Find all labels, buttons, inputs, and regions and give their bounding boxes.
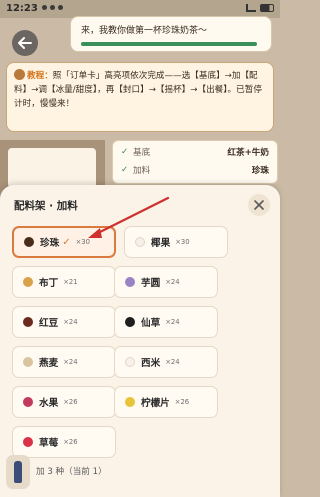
- topping-dot: [23, 437, 33, 447]
- topping-chip-pearl[interactable]: 珍珠 ✓ ×30: [12, 226, 116, 258]
- topping-dot: [125, 357, 135, 367]
- speech-progress: [81, 42, 257, 46]
- speech-bubble: 来，我教你做第一杯珍珠奶茶～: [70, 16, 272, 52]
- notification-icons: [42, 5, 63, 10]
- cup-button[interactable]: [6, 455, 30, 489]
- topping-count: ×24: [165, 358, 180, 366]
- topping-name: 水果: [39, 398, 59, 409]
- topping-count: ×24: [63, 318, 78, 326]
- topping-chip-taro-ball[interactable]: 芋圆 ×24: [114, 266, 218, 298]
- topping-count: ×30: [75, 238, 90, 246]
- speech-progress-fill: [81, 42, 257, 46]
- mascot-icon: [14, 69, 25, 80]
- topping-chip-grass-jelly[interactable]: 仙草 ×24: [114, 306, 218, 338]
- topping-count: ×24: [165, 318, 180, 326]
- topping-count: ×24: [63, 358, 78, 366]
- back-button[interactable]: [12, 30, 38, 56]
- order-card: ✓ 基底 红茶+牛奶 ✓ 加料 珍珠: [112, 140, 278, 184]
- topping-dot: [135, 237, 145, 247]
- status-right: [246, 4, 274, 12]
- tutorial-card: 教程：照「订单卡」高亮项依次完成——选【基底】→加【配料】→调【冰量/甜度】，再…: [6, 62, 274, 132]
- sheet-title: 配料架 · 加料: [14, 200, 78, 212]
- battery-icon: [260, 4, 274, 12]
- topping-name: 西米: [141, 358, 161, 369]
- topping-chip-fruit[interactable]: 水果 ×26: [12, 386, 116, 418]
- tutorial-label: 教程：: [27, 71, 53, 81]
- topping-count: ×21: [63, 278, 78, 286]
- topping-count: ×30: [175, 238, 190, 246]
- topping-dot: [125, 317, 135, 327]
- topping-dot: [23, 397, 33, 407]
- order-row: ✓ 基底 红茶+牛奶: [121, 143, 269, 161]
- topping-name: 柠檬片: [141, 398, 170, 409]
- topping-dot: [23, 277, 33, 287]
- check-icon: ✓: [121, 147, 129, 157]
- order-row: ✓ 加料 珍珠: [121, 161, 269, 179]
- topping-dot: [23, 317, 33, 327]
- topping-chip-strawberry[interactable]: 草莓 ×26: [12, 426, 116, 458]
- topping-name: 燕麦: [39, 358, 59, 369]
- order-row-label: 加料: [133, 166, 151, 176]
- cup-icon: [14, 461, 22, 483]
- topping-dot: [23, 357, 33, 367]
- speech-text: 来，我教你做第一杯珍珠奶茶～: [81, 26, 208, 36]
- topping-chip-lemon[interactable]: 柠檬片 ×26: [114, 386, 218, 418]
- close-button[interactable]: [248, 194, 270, 216]
- signal-icon: [246, 4, 256, 12]
- topping-name: 仙草: [141, 318, 161, 329]
- topping-chip-sago[interactable]: 西米 ×24: [114, 346, 218, 378]
- topping-count: ×26: [63, 438, 78, 446]
- close-icon: [254, 200, 264, 210]
- selected-check-icon: ✓: [62, 236, 71, 248]
- topping-chip-pudding[interactable]: 布丁 ×21: [12, 266, 116, 298]
- topping-name: 布丁: [39, 278, 59, 289]
- order-row-value: 珍珠: [251, 166, 269, 176]
- topping-chip-oat[interactable]: 燕麦 ×24: [12, 346, 116, 378]
- topping-count: ×26: [174, 398, 190, 406]
- counter-shelf: [8, 148, 96, 188]
- topping-count: ×24: [165, 278, 180, 286]
- order-row-label: 基底: [133, 148, 151, 158]
- topping-dot: [125, 397, 135, 407]
- topping-dot: [125, 277, 135, 287]
- topping-name: 芋圆: [141, 278, 161, 289]
- topping-chip-red-bean[interactable]: 红豆 ×24: [12, 306, 116, 338]
- check-icon: ✓: [121, 165, 129, 175]
- status-time: 12:23: [6, 3, 38, 14]
- arrow-left-icon: [18, 37, 32, 49]
- topping-limit-note: 加 3 种（当前 1）: [36, 467, 107, 477]
- topping-dot: [24, 237, 34, 247]
- topping-name: 草莓: [39, 438, 59, 449]
- topping-name: 椰果: [151, 238, 171, 249]
- topping-name: 珍珠: [40, 238, 60, 249]
- order-row-value: 红茶+牛奶: [227, 148, 269, 158]
- topping-chip-coconut[interactable]: 椰果 ×30: [124, 226, 228, 258]
- topping-count: ×26: [63, 398, 78, 406]
- topping-name: 红豆: [39, 318, 59, 329]
